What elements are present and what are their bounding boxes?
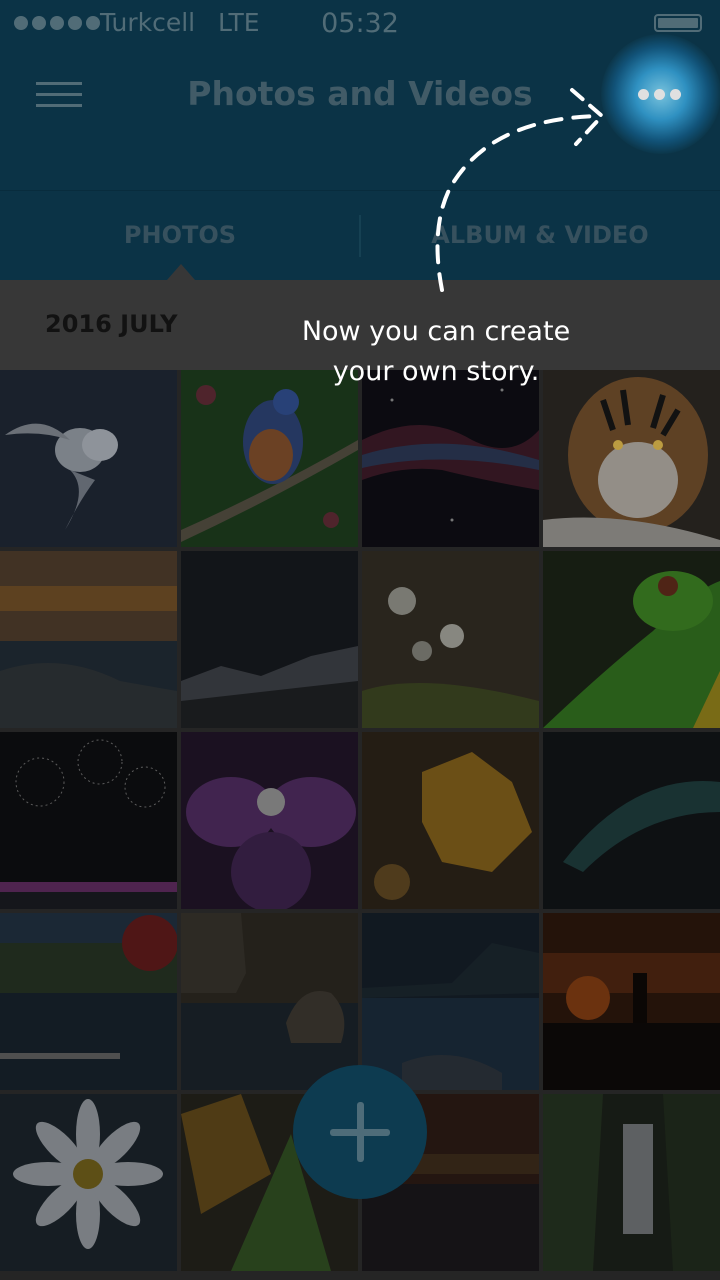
- photo-thumbnail-sea-rocks[interactable]: [181, 913, 358, 1090]
- photo-sea-rocks-image: [181, 913, 358, 1090]
- photo-thumbnail-orchid[interactable]: [181, 732, 358, 909]
- photo-wave-image: [543, 732, 720, 909]
- status-bar: Turkcell LTE 05:32: [0, 0, 720, 46]
- coachmark-line-2: your own story.: [332, 356, 540, 387]
- photo-thumbnail-tiger[interactable]: [543, 370, 720, 547]
- photo-orchid-image: [181, 732, 358, 909]
- photo-thumbnail-fireworks[interactable]: [0, 732, 177, 909]
- photo-thumbnail-owl[interactable]: [0, 370, 177, 547]
- photo-thumbnail-gecko[interactable]: [543, 551, 720, 728]
- selected-tab-indicator: [167, 264, 195, 280]
- photo-thumbnail-fjord[interactable]: [362, 913, 539, 1090]
- photo-coast-sunset-image: [0, 551, 177, 728]
- photo-thumbnail-nebula[interactable]: [362, 370, 539, 547]
- photo-tiger-image: [543, 370, 720, 547]
- photo-lake-autumn-image: [0, 913, 177, 1090]
- coachmark-line-1: Now you can create: [301, 316, 571, 347]
- photo-thumbnail-daisy[interactable]: [0, 1094, 177, 1271]
- photo-gecko-image: [543, 551, 720, 728]
- photo-bird-image: [181, 370, 358, 547]
- plus-icon-vertical: [357, 1102, 364, 1162]
- more-options-icon[interactable]: [638, 89, 681, 100]
- section-date: 2016 JULY: [45, 310, 178, 338]
- photo-waterfall-image: [543, 1094, 720, 1271]
- add-button[interactable]: [293, 1065, 427, 1199]
- photo-thumbnail-waterfall[interactable]: [543, 1094, 720, 1271]
- photos-screen: Turkcell LTE 05:32 Photos and Videos PHO…: [0, 0, 720, 1280]
- photo-nebula-image: [362, 370, 539, 547]
- coachmark-arrow-icon: [435, 88, 604, 292]
- photo-lighthouse-image: [543, 913, 720, 1090]
- photo-thumbnail-lake-autumn[interactable]: [0, 913, 177, 1090]
- photo-thumbnail-wave[interactable]: [543, 732, 720, 909]
- photo-thumbnail-coast-sunset[interactable]: [0, 551, 177, 728]
- photo-flowers-image: [362, 551, 539, 728]
- coachmark-message: Now you can create your own story.: [250, 312, 622, 392]
- photo-thumbnail-bird[interactable]: [181, 370, 358, 547]
- photo-daisy-image: [0, 1094, 177, 1271]
- photo-owl-image: [0, 370, 177, 547]
- photo-thumbnail-flowers[interactable]: [362, 551, 539, 728]
- photo-mountains-image: [181, 551, 358, 728]
- battery-full-icon: [654, 14, 702, 32]
- photo-thumbnail-autumn-leaf[interactable]: [362, 732, 539, 909]
- status-time: 05:32: [321, 8, 399, 39]
- photo-autumn-leaf-image: [362, 732, 539, 909]
- photo-thumbnail-mountains[interactable]: [181, 551, 358, 728]
- photo-fireworks-image: [0, 732, 177, 909]
- photo-fjord-image: [362, 913, 539, 1090]
- photo-thumbnail-lighthouse[interactable]: [543, 913, 720, 1090]
